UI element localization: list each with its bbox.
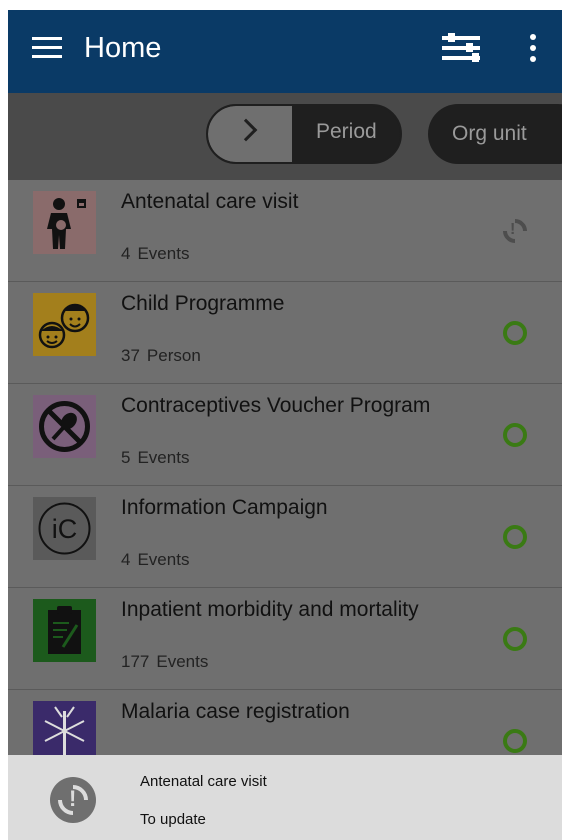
program-count: 37 Person [121, 346, 201, 365]
program-item-antenatal-care-visit[interactable]: Antenatal care visit 4 Events ! [8, 180, 562, 282]
period-label: Period [316, 120, 377, 143]
sync-icon[interactable] [498, 418, 532, 452]
program-name: Child Programme [121, 292, 285, 315]
sync-icon[interactable] [498, 724, 532, 758]
program-item-contraceptives-voucher[interactable]: Contraceptives Voucher Program 5 Events [8, 384, 562, 486]
program-name: Contraceptives Voucher Program [121, 394, 431, 417]
program-count: 177 Events [121, 652, 209, 671]
program-name: Inpatient morbidity and mortality [121, 598, 419, 621]
filter-icon[interactable] [442, 32, 480, 64]
program-count: 4 Events [121, 550, 190, 569]
sync-error-icon: ! [50, 777, 96, 823]
program-item-information-campaign[interactable]: iC Information Campaign 4 Events [8, 486, 562, 588]
toolbar: Home [8, 10, 562, 93]
filter-bar: Period Org unit [8, 93, 562, 180]
program-item-inpatient-morbidity[interactable]: Inpatient morbidity and mortality 177 Eve… [8, 588, 562, 690]
org-unit-filter-button[interactable]: Org unit [428, 104, 562, 164]
program-count: 4 Events [121, 244, 190, 263]
svg-text:iC: iC [52, 514, 78, 544]
children-faces-icon [33, 293, 96, 356]
program-name: Malaria case registration [121, 700, 350, 723]
program-name: Antenatal care visit [121, 190, 299, 213]
program-item-child-programme[interactable]: Child Programme 37 Person [8, 282, 562, 384]
more-vert-icon[interactable] [530, 34, 538, 64]
program-name: Information Campaign [121, 496, 328, 519]
sync-icon[interactable] [498, 622, 532, 656]
clipboard-icon [33, 599, 96, 662]
app-screen: Home Period Org unit Antenatal care visi… [8, 10, 562, 840]
menu-icon[interactable] [32, 37, 62, 59]
period-filter-button[interactable]: Period [206, 104, 402, 164]
snackbar-title: Antenatal care visit [140, 773, 267, 790]
program-count: 5 Events [121, 448, 190, 467]
no-contraceptive-icon [33, 395, 96, 458]
page-title: Home [84, 32, 162, 64]
sync-icon[interactable] [498, 520, 532, 554]
sync-error-icon[interactable]: ! [498, 214, 532, 248]
sync-snackbar: ! Antenatal care visit To update [8, 755, 562, 840]
snackbar-subtitle: To update [140, 811, 206, 828]
ic-logo-icon: iC [33, 497, 96, 560]
sync-icon[interactable] [498, 316, 532, 350]
program-list: Antenatal care visit 4 Events ! Child Pr… [8, 180, 562, 792]
pregnant-woman-icon [33, 191, 96, 254]
